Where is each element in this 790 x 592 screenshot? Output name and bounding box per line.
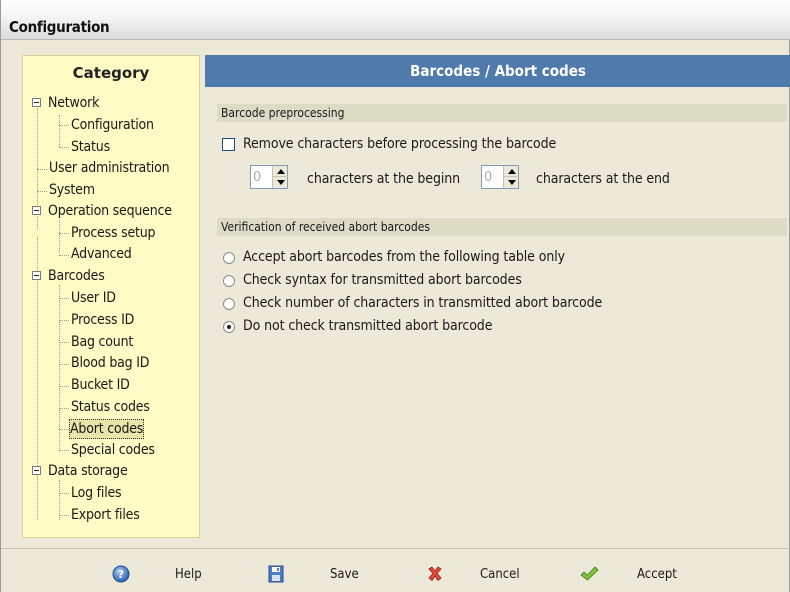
collapse-icon[interactable] bbox=[32, 206, 41, 215]
collapse-icon[interactable] bbox=[32, 98, 41, 107]
cancel-button[interactable]: Cancel bbox=[425, 562, 535, 588]
floppy-disk-icon bbox=[268, 565, 284, 583]
check-syntax-label[interactable]: Check syntax for transmitted abort barco… bbox=[243, 271, 522, 289]
tree-line bbox=[59, 233, 69, 234]
check-number-label[interactable]: Check number of characters in transmitte… bbox=[243, 294, 602, 312]
tree-item-user-administration[interactable]: User administration bbox=[48, 159, 170, 177]
tree-item-network-configuration[interactable]: Configuration bbox=[70, 116, 155, 134]
tree-item-advanced[interactable]: Advanced bbox=[70, 245, 133, 263]
spin-up-icon[interactable] bbox=[273, 166, 288, 177]
accept-from-table-label[interactable]: Accept abort barcodes from the following… bbox=[243, 248, 565, 266]
tree-item-user-id[interactable]: User ID bbox=[70, 289, 117, 307]
tree-line bbox=[59, 364, 69, 365]
tree-item-log-files[interactable]: Log files bbox=[70, 484, 122, 502]
category-panel: Category Network Configuration Status Us… bbox=[22, 55, 200, 538]
tree-item-status-codes[interactable]: Status codes bbox=[70, 398, 151, 416]
tree-line bbox=[59, 429, 69, 430]
begin-characters-input[interactable] bbox=[253, 168, 271, 186]
check-syntax-radio[interactable] bbox=[223, 275, 235, 287]
collapse-icon[interactable] bbox=[32, 271, 41, 280]
accept-from-table-radio[interactable] bbox=[223, 252, 235, 264]
tree-item-process-id[interactable]: Process ID bbox=[70, 311, 135, 329]
verification-group: Verification of received abort barcodes bbox=[217, 218, 787, 236]
checkmark-icon bbox=[580, 566, 599, 581]
tree-item-special-codes[interactable]: Special codes bbox=[70, 441, 156, 459]
content-panel: Barcodes / Abort codes Barcode preproces… bbox=[205, 55, 790, 538]
tree-item-process-setup[interactable]: Process setup bbox=[70, 224, 156, 242]
tree-line bbox=[59, 285, 60, 449]
tree-item-barcodes[interactable]: Barcodes bbox=[47, 267, 106, 285]
end-characters-spinner[interactable] bbox=[481, 165, 519, 189]
save-label: Save bbox=[330, 567, 359, 582]
end-characters-input[interactable] bbox=[484, 168, 502, 186]
svg-text:?: ? bbox=[118, 568, 124, 581]
tree-line bbox=[59, 320, 69, 321]
tree-line bbox=[59, 480, 60, 520]
collapse-icon[interactable] bbox=[32, 466, 41, 475]
tree-line bbox=[59, 408, 69, 409]
do-not-check-label[interactable]: Do not check transmitted abort barcode bbox=[243, 317, 492, 335]
footer-separator bbox=[1, 548, 790, 549]
tree-item-data-storage[interactable]: Data storage bbox=[47, 462, 129, 480]
barcode-preprocessing-group: Barcode preprocessing bbox=[217, 104, 787, 122]
save-button[interactable]: Save bbox=[266, 562, 366, 588]
spin-up-icon[interactable] bbox=[504, 166, 519, 177]
category-tree: Network Configuration Status User admini… bbox=[23, 56, 199, 537]
tree-item-bag-count[interactable]: Bag count bbox=[70, 333, 134, 351]
tree-item-network[interactable]: Network bbox=[47, 94, 100, 112]
title-bar: Configuration bbox=[1, 0, 790, 40]
tree-line bbox=[59, 298, 69, 299]
begin-characters-label: characters at the beginn bbox=[307, 171, 461, 187]
tree-line bbox=[59, 147, 69, 148]
tree-line bbox=[37, 169, 47, 170]
begin-spinner-buttons bbox=[272, 166, 288, 188]
accept-button[interactable]: Accept bbox=[579, 562, 689, 588]
tree-line bbox=[59, 125, 69, 126]
tree-line bbox=[59, 115, 60, 147]
end-spinner-buttons bbox=[503, 166, 519, 188]
window-title: Configuration bbox=[9, 18, 110, 36]
tree-line bbox=[59, 493, 69, 494]
check-number-radio[interactable] bbox=[223, 298, 235, 310]
tree-line bbox=[59, 386, 69, 387]
accept-label: Accept bbox=[637, 567, 677, 582]
cancel-label: Cancel bbox=[480, 567, 520, 582]
remove-characters-checkbox[interactable] bbox=[222, 138, 235, 151]
help-label: Help bbox=[175, 567, 202, 582]
help-button[interactable]: ? Help bbox=[111, 562, 206, 588]
tree-line bbox=[59, 342, 69, 343]
tree-item-abort-codes[interactable]: Abort codes bbox=[69, 419, 145, 439]
tree-item-system[interactable]: System bbox=[48, 181, 96, 199]
tree-line bbox=[59, 450, 69, 451]
tree-line bbox=[59, 220, 60, 253]
spin-down-icon[interactable] bbox=[504, 177, 519, 188]
begin-characters-spinner[interactable] bbox=[250, 165, 288, 189]
tree-item-operation-sequence[interactable]: Operation sequence bbox=[47, 202, 173, 220]
tree-item-bucket-id[interactable]: Bucket ID bbox=[70, 376, 131, 394]
tree-item-blood-bag-id[interactable]: Blood bag ID bbox=[70, 354, 150, 372]
configuration-window: Configuration Category Network Configura… bbox=[0, 0, 790, 592]
tree-line bbox=[59, 515, 69, 516]
tree-line bbox=[59, 255, 69, 256]
cancel-x-icon bbox=[428, 566, 442, 582]
tree-line bbox=[37, 191, 47, 192]
end-characters-label: characters at the end bbox=[536, 171, 670, 187]
tree-item-network-status[interactable]: Status bbox=[70, 138, 111, 156]
remove-characters-label[interactable]: Remove characters before processing the … bbox=[243, 135, 556, 153]
tree-item-export-files[interactable]: Export files bbox=[70, 506, 141, 524]
help-icon: ? bbox=[112, 565, 130, 583]
spin-down-icon[interactable] bbox=[273, 177, 288, 188]
do-not-check-radio[interactable] bbox=[223, 321, 235, 333]
content-header: Barcodes / Abort codes bbox=[205, 55, 790, 87]
